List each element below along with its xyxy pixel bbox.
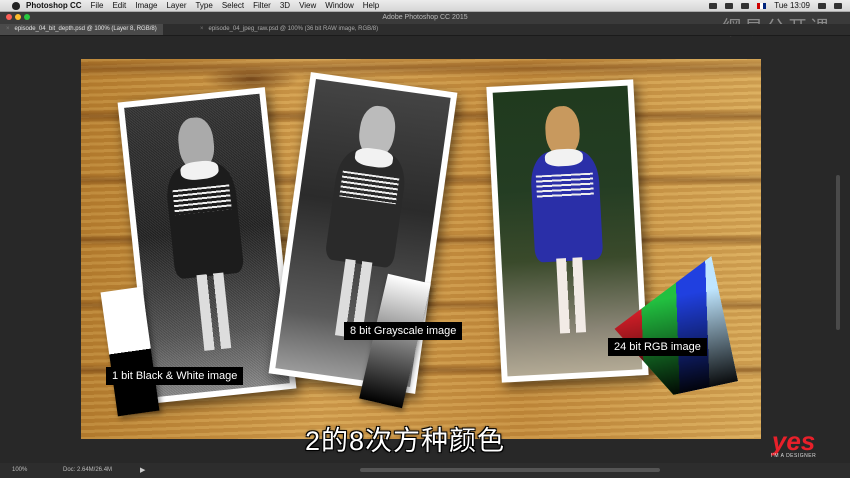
label-1bit: 1 bit Black & White image [106, 367, 244, 385]
child-figure [514, 104, 621, 359]
flag-uk-icon[interactable] [757, 2, 767, 9]
photo-8bit-grayscale [268, 72, 458, 394]
tab-label: episode_04_jpeg_raw.psd @ 100% (36 bit R… [208, 26, 379, 32]
menu-file[interactable]: File [91, 1, 104, 10]
wifi-icon[interactable] [725, 2, 734, 9]
doc-size: Doc: 2.64M/26.4M [63, 467, 113, 473]
document-tabs: × episode_04_bit_depth.psd @ 100% (Layer … [0, 24, 850, 36]
menu-edit[interactable]: Edit [112, 1, 126, 10]
status-bar: 100% Doc: 2.64M/26.4M ▶ [0, 463, 850, 478]
battery-icon[interactable] [741, 2, 750, 9]
menu-select[interactable]: Select [222, 1, 244, 10]
menu-view[interactable]: View [299, 1, 316, 10]
menu-3d[interactable]: 3D [280, 1, 290, 10]
menu-help[interactable]: Help [363, 1, 379, 10]
menu-icon[interactable] [834, 2, 842, 9]
logo-text: yes [771, 426, 816, 456]
label-8bit: 8 bit Grayscale image [344, 322, 463, 340]
video-subtitle: 2的8次方种颜色 [305, 426, 506, 456]
menu-layer[interactable]: Layer [166, 1, 186, 10]
status-area: Tue 13:09 [709, 0, 842, 11]
child-figure [146, 113, 267, 378]
close-icon[interactable]: × [6, 26, 10, 32]
menu-app-name[interactable]: Photoshop CC [26, 1, 82, 10]
dropbox-icon[interactable] [709, 2, 718, 9]
tab-jpeg-raw[interactable]: × episode_04_jpeg_raw.psd @ 100% (36 bit … [194, 24, 384, 35]
horizontal-scrollbar[interactable] [360, 468, 660, 472]
document-canvas[interactable]: 1 bit Black & White image 8 bit Grayscal… [81, 59, 761, 439]
tab-bit-depth[interactable]: × episode_04_bit_depth.psd @ 100% (Layer … [0, 24, 163, 35]
tab-label: episode_04_bit_depth.psd @ 100% (Layer 8… [14, 26, 157, 32]
search-icon[interactable] [818, 2, 826, 9]
menu-window[interactable]: Window [325, 1, 353, 10]
menu-filter[interactable]: Filter [253, 1, 271, 10]
label-24bit: 24 bit RGB image [608, 338, 707, 356]
vertical-scrollbar[interactable] [836, 175, 840, 330]
photo-image [275, 78, 451, 388]
menu-bar: Photoshop CC File Edit Image Layer Type … [0, 0, 850, 12]
close-icon[interactable]: × [200, 26, 204, 32]
brand-logo: yes I'M A DESIGNER [771, 426, 817, 459]
zoom-level[interactable]: 100% [12, 467, 27, 473]
menu-type[interactable]: Type [195, 1, 212, 10]
apple-logo-icon[interactable] [12, 1, 20, 10]
clock[interactable]: Tue 13:09 [774, 1, 810, 10]
chevron-right-icon[interactable]: ▶ [140, 466, 145, 474]
logo-tagline: I'M A DESIGNER [771, 453, 817, 459]
menu-image[interactable]: Image [135, 1, 157, 10]
